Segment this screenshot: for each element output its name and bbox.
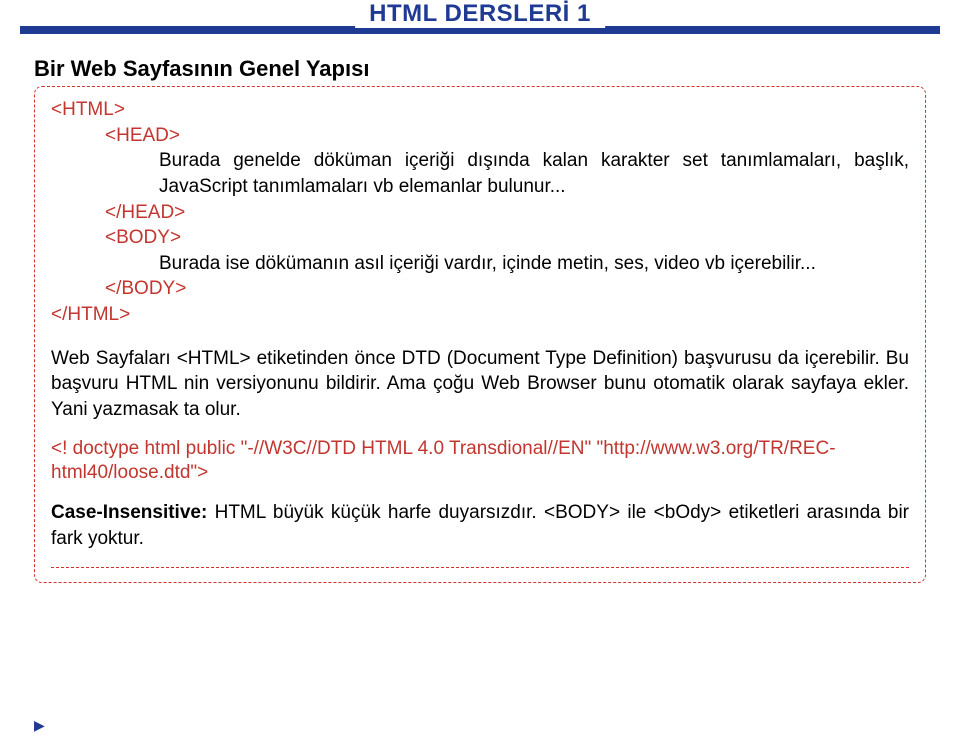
paragraph-dtd: Web Sayfaları <HTML> etiketinden önce DT…	[51, 346, 909, 423]
body-description: Burada ise dökümanın asıl içeriği vardır…	[159, 253, 816, 274]
tag-head-close: </HEAD>	[105, 202, 185, 223]
case-label: Case-Insensitive:	[51, 502, 207, 523]
tag-head-open: <HEAD>	[105, 125, 180, 146]
tag-body-open: <BODY>	[105, 227, 181, 248]
section-heading: Bir Web Sayfasının Genel Yapısı	[34, 56, 926, 82]
content-area: Bir Web Sayfasının Genel Yapısı <HTML> <…	[0, 34, 960, 583]
case-insensitive-note: Case-Insensitive: HTML büyük küçük harfe…	[51, 500, 909, 551]
head-description: Burada genelde döküman içeriği dışında k…	[159, 150, 909, 197]
tag-html-close: </HTML>	[51, 304, 130, 325]
tag-body-close: </BODY>	[105, 278, 186, 299]
footer-arrow-icon: ▶	[34, 717, 45, 734]
code-block: <HTML> <HEAD> Burada genelde döküman içe…	[51, 97, 909, 328]
example-box: <HTML> <HEAD> Burada genelde döküman içe…	[34, 86, 926, 583]
title-bar: HTML DERSLERİ 1	[20, 26, 940, 34]
page-title: HTML DERSLERİ 1	[355, 0, 605, 28]
tag-html-open: <HTML>	[51, 99, 125, 120]
doctype-declaration: <! doctype html public "-//W3C//DTD HTML…	[51, 437, 909, 486]
dashed-divider	[51, 567, 909, 568]
